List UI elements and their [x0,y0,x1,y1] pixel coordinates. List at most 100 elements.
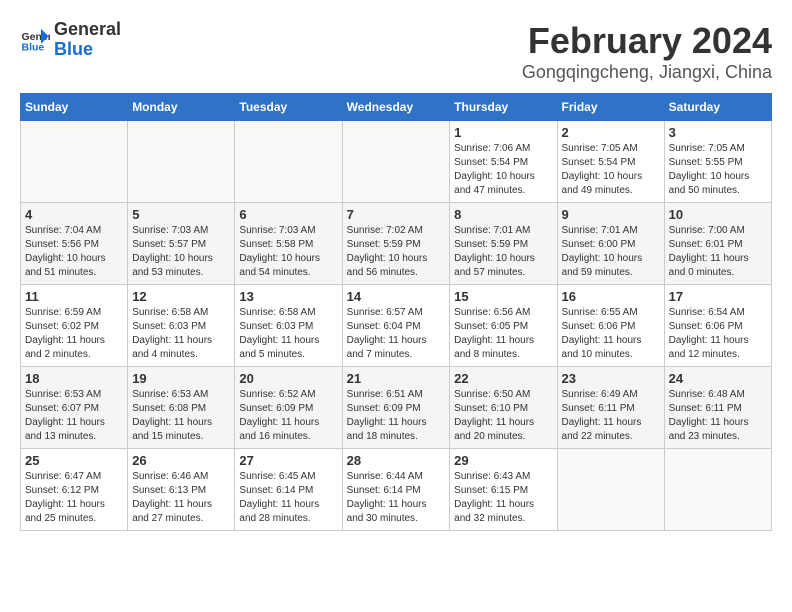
calendar-cell: 4 Sunrise: 7:04 AMSunset: 5:56 PMDaylight… [21,203,128,285]
day-number: 10 [669,207,767,222]
calendar-cell: 29 Sunrise: 6:43 AMSunset: 6:15 PMDayligh… [450,449,557,531]
day-info: Sunrise: 6:44 AMSunset: 6:14 PMDaylight:… [347,470,446,526]
calendar-header-sunday: Sunday [21,94,128,121]
calendar-header-monday: Monday [128,94,235,121]
calendar-cell [342,121,450,203]
calendar-cell [128,121,235,203]
calendar-cell: 12 Sunrise: 6:58 AMSunset: 6:03 PMDayligh… [128,285,235,367]
calendar-cell: 19Sunrise: 6:53 AMSunset: 6:08 PMDayligh… [128,367,235,449]
day-info: Sunrise: 6:45 AMSunset: 6:14 PMDaylight:… [239,470,337,526]
calendar-week-row: 11 Sunrise: 6:59 AMSunset: 6:02 PMDayligh… [21,285,772,367]
calendar-cell: 11 Sunrise: 6:59 AMSunset: 6:02 PMDayligh… [21,285,128,367]
day-info: Sunrise: 6:57 AMSunset: 6:04 PMDaylight:… [347,306,446,362]
day-info: Sunrise: 6:56 AMSunset: 6:05 PMDaylight:… [454,306,552,362]
day-number: 8 [454,207,552,222]
calendar-cell: 7 Sunrise: 7:02 AMSunset: 5:59 PMDaylight… [342,203,450,285]
calendar-cell: 17 Sunrise: 6:54 AMSunset: 6:06 PMDayligh… [664,285,771,367]
day-number: 15 [454,289,552,304]
day-info: Sunrise: 6:46 AMSunset: 6:13 PMDaylight:… [132,470,230,526]
calendar-header-row: SundayMondayTuesdayWednesdayThursdayFrid… [21,94,772,121]
day-number: 18 [25,371,123,386]
svg-text:Blue: Blue [22,41,45,53]
calendar-cell: 5 Sunrise: 7:03 AMSunset: 5:57 PMDaylight… [128,203,235,285]
calendar-cell: 18 Sunrise: 6:53 AMSunset: 6:07 PMDayligh… [21,367,128,449]
calendar-cell: 22 Sunrise: 6:50 AMSunset: 6:10 PMDayligh… [450,367,557,449]
day-info: Sunrise: 6:58 AMSunset: 6:03 PMDaylight:… [239,306,337,362]
calendar-week-row: 25Sunrise: 6:47 AMSunset: 6:12 PMDayligh… [21,449,772,531]
day-info: Sunrise: 7:04 AMSunset: 5:56 PMDaylight:… [25,224,123,280]
day-info: Sunrise: 6:47 AMSunset: 6:12 PMDaylight:… [25,470,123,526]
calendar-cell: 3 Sunrise: 7:05 AMSunset: 5:55 PMDaylight… [664,121,771,203]
day-number: 12 [132,289,230,304]
day-info: Sunrise: 6:52 AMSunset: 6:09 PMDaylight:… [239,388,337,444]
day-number: 14 [347,289,446,304]
day-info: Sunrise: 7:01 AMSunset: 6:00 PMDaylight:… [562,224,660,280]
sub-title: Gongqingcheng, Jiangxi, China [522,62,772,83]
calendar-header-friday: Friday [557,94,664,121]
day-number: 22 [454,371,552,386]
day-number: 13 [239,289,337,304]
calendar-cell: 27Sunrise: 6:45 AMSunset: 6:14 PMDayligh… [235,449,342,531]
calendar-cell: 14 Sunrise: 6:57 AMSunset: 6:04 PMDayligh… [342,285,450,367]
day-number: 16 [562,289,660,304]
day-number: 3 [669,125,767,140]
logo-blue-text: Blue [54,40,121,60]
calendar-table: SundayMondayTuesdayWednesdayThursdayFrid… [20,93,772,531]
day-number: 29 [454,453,552,468]
day-info: Sunrise: 7:03 AMSunset: 5:57 PMDaylight:… [132,224,230,280]
calendar-cell [235,121,342,203]
calendar-cell: 25Sunrise: 6:47 AMSunset: 6:12 PMDayligh… [21,449,128,531]
day-info: Sunrise: 6:53 AMSunset: 6:07 PMDaylight:… [25,388,123,444]
day-number: 6 [239,207,337,222]
logo-icon: General Blue [20,25,50,55]
day-info: Sunrise: 6:49 AMSunset: 6:11 PMDaylight:… [562,388,660,444]
calendar-week-row: 18 Sunrise: 6:53 AMSunset: 6:07 PMDayligh… [21,367,772,449]
day-number: 11 [25,289,123,304]
day-info: Sunrise: 7:06 AMSunset: 5:54 PMDaylight:… [454,142,552,198]
calendar-cell [664,449,771,531]
day-info: Sunrise: 7:01 AMSunset: 5:59 PMDaylight:… [454,224,552,280]
title-block: February 2024 Gongqingcheng, Jiangxi, Ch… [522,20,772,83]
calendar-cell: 13 Sunrise: 6:58 AMSunset: 6:03 PMDayligh… [235,285,342,367]
day-info: Sunrise: 7:02 AMSunset: 5:59 PMDaylight:… [347,224,446,280]
day-info: Sunrise: 6:55 AMSunset: 6:06 PMDaylight:… [562,306,660,362]
day-number: 23 [562,371,660,386]
calendar-cell: 15 Sunrise: 6:56 AMSunset: 6:05 PMDayligh… [450,285,557,367]
calendar-header-wednesday: Wednesday [342,94,450,121]
calendar-cell: 24 Sunrise: 6:48 AMSunset: 6:11 PMDayligh… [664,367,771,449]
calendar-cell: 16 Sunrise: 6:55 AMSunset: 6:06 PMDayligh… [557,285,664,367]
day-info: Sunrise: 6:54 AMSunset: 6:06 PMDaylight:… [669,306,767,362]
day-number: 1 [454,125,552,140]
day-info: Sunrise: 6:48 AMSunset: 6:11 PMDaylight:… [669,388,767,444]
calendar-cell: 8 Sunrise: 7:01 AMSunset: 5:59 PMDaylight… [450,203,557,285]
day-number: 26 [132,453,230,468]
calendar-cell [21,121,128,203]
calendar-cell [557,449,664,531]
calendar-cell: 21 Sunrise: 6:51 AMSunset: 6:09 PMDayligh… [342,367,450,449]
calendar-cell: 6Sunrise: 7:03 AMSunset: 5:58 PMDaylight… [235,203,342,285]
day-number: 4 [25,207,123,222]
day-info: Sunrise: 6:59 AMSunset: 6:02 PMDaylight:… [25,306,123,362]
day-number: 21 [347,371,446,386]
calendar-cell: 1 Sunrise: 7:06 AMSunset: 5:54 PMDaylight… [450,121,557,203]
day-number: 28 [347,453,446,468]
calendar-cell: 2 Sunrise: 7:05 AMSunset: 5:54 PMDaylight… [557,121,664,203]
main-title: February 2024 [522,20,772,62]
day-info: Sunrise: 6:51 AMSunset: 6:09 PMDaylight:… [347,388,446,444]
calendar-header-saturday: Saturday [664,94,771,121]
day-info: Sunrise: 6:43 AMSunset: 6:15 PMDaylight:… [454,470,552,526]
day-info: Sunrise: 6:58 AMSunset: 6:03 PMDaylight:… [132,306,230,362]
day-number: 20 [239,371,337,386]
day-info: Sunrise: 6:53 AMSunset: 6:08 PMDaylight:… [132,388,230,444]
calendar-cell: 10Sunrise: 7:00 AMSunset: 6:01 PMDayligh… [664,203,771,285]
day-number: 2 [562,125,660,140]
day-info: Sunrise: 6:50 AMSunset: 6:10 PMDaylight:… [454,388,552,444]
day-info: Sunrise: 7:05 AMSunset: 5:54 PMDaylight:… [562,142,660,198]
day-number: 5 [132,207,230,222]
day-number: 7 [347,207,446,222]
day-number: 24 [669,371,767,386]
calendar-cell: 26 Sunrise: 6:46 AMSunset: 6:13 PMDayligh… [128,449,235,531]
day-number: 17 [669,289,767,304]
day-info: Sunrise: 7:05 AMSunset: 5:55 PMDaylight:… [669,142,767,198]
calendar-header-thursday: Thursday [450,94,557,121]
